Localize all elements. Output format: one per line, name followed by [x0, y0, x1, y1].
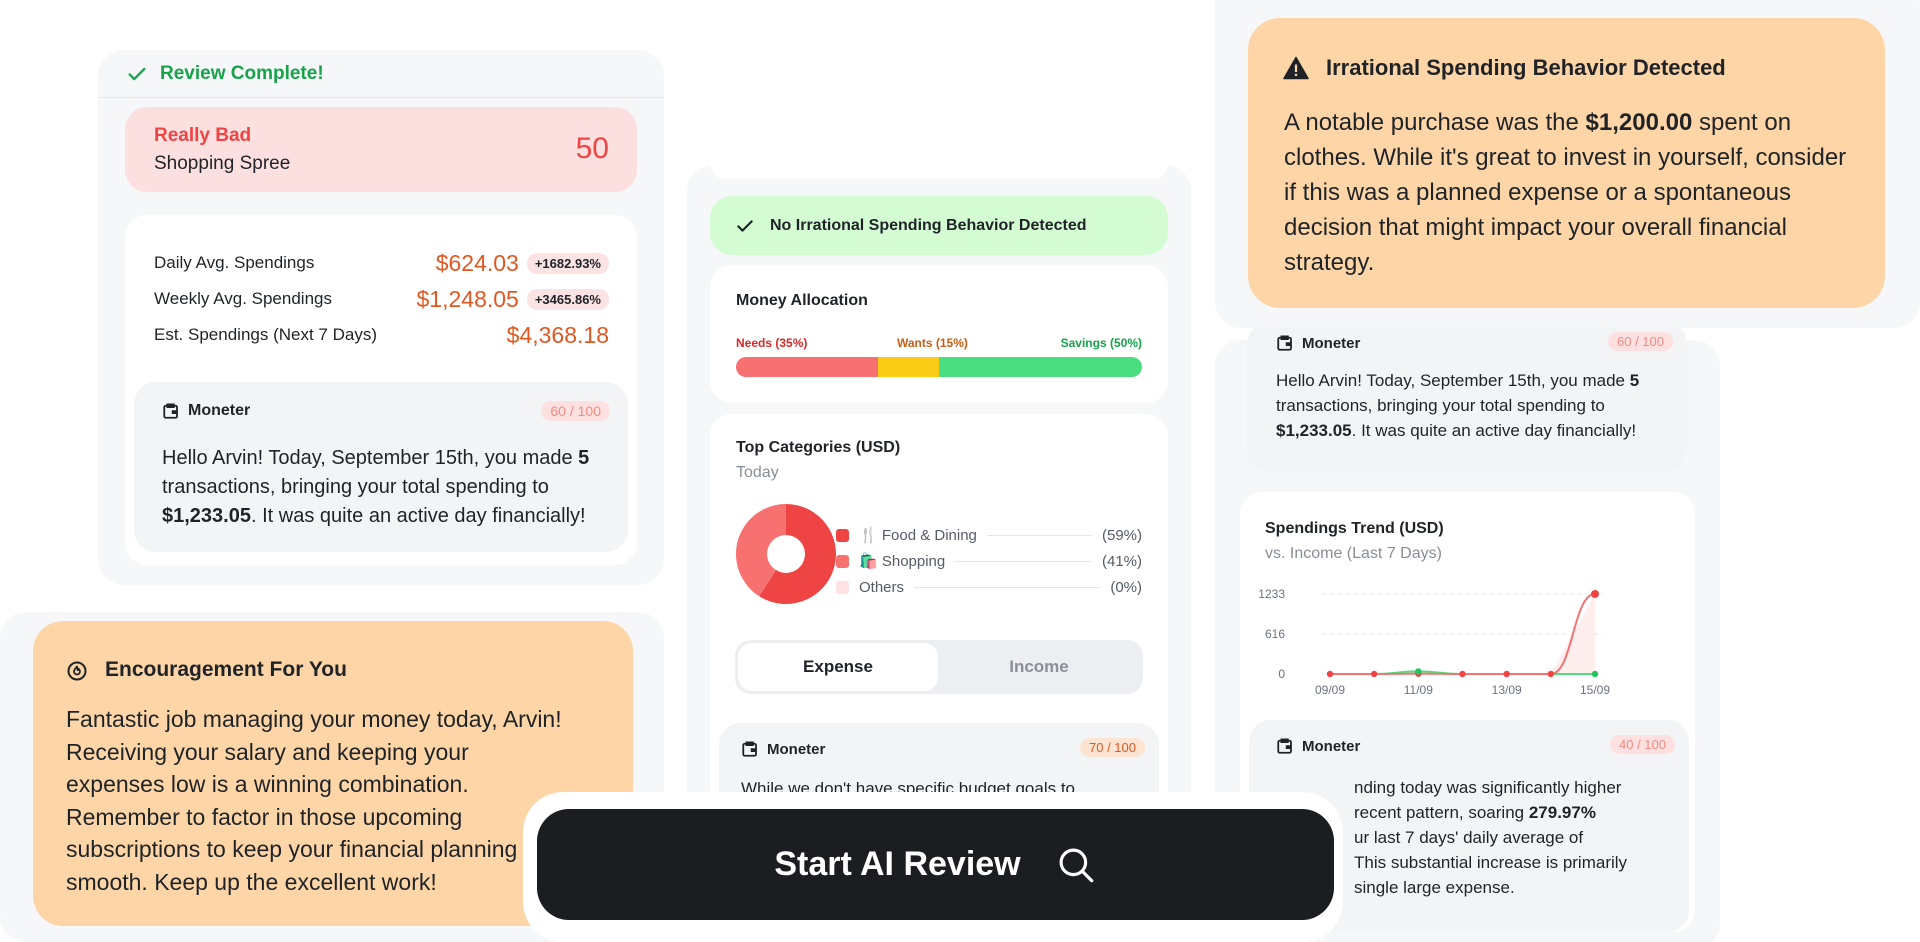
wallet-icon — [1277, 335, 1292, 351]
stat-row-estimate: Est. Spendings (Next 7 Days) $4,368.18 — [154, 321, 609, 348]
legend-leader — [955, 560, 1092, 562]
trend-subtitle: vs. Income (Last 7 Days) — [1265, 545, 1442, 562]
review-status: Review Complete! — [126, 63, 324, 85]
y-tick-label: 616 — [1265, 627, 1285, 641]
rating-score: 50 — [575, 132, 609, 165]
moneter-message: nding today was significantly higher rec… — [1354, 778, 1628, 897]
legend-swatch — [836, 554, 849, 568]
stat-row-daily: Daily Avg. Spendings $624.03 +1682.93% — [154, 245, 609, 281]
rating-label: Really Bad — [154, 125, 252, 146]
data-point — [1415, 668, 1422, 675]
collapsed-card-stub — [710, 149, 1168, 179]
rating-title: Shopping Spree — [154, 153, 291, 174]
expense-income-toggle: Expense Income — [735, 640, 1143, 694]
tab-income[interactable]: Income — [939, 643, 1139, 691]
moneter-message-card: Moneter 60 / 100 Hello Arvin! Today, Sep… — [1247, 322, 1687, 472]
legend-swatch — [836, 580, 849, 594]
wallet-icon — [742, 741, 757, 757]
stat-value: $4,368.18 — [506, 321, 609, 348]
encouragement-text: Fantastic job managing your money today,… — [66, 706, 562, 895]
encouragement-header: Encouragement For You — [65, 658, 347, 682]
moneter-name: Moneter — [767, 740, 826, 758]
start-ai-review-button[interactable]: Start AI Review — [537, 809, 1334, 920]
wallet-icon — [163, 403, 178, 419]
allocation-wants-label: Wants (15%) — [897, 336, 968, 350]
stat-change-badge: +3465.86% — [526, 288, 609, 310]
allocation-needs-segment — [736, 357, 879, 377]
legend-item-others: Others (0%) — [836, 574, 1142, 600]
moneter-message-card: Moneter 60 / 100 Hello Arvin! Today, Sep… — [134, 382, 628, 552]
trend-title: Spendings Trend (USD) — [1265, 520, 1444, 537]
stat-change-badge: +1682.93% — [526, 252, 609, 274]
no-irrational-banner: No Irrational Spending Behavior Detected — [710, 196, 1168, 255]
stat-value: $624.03 — [435, 249, 519, 276]
allocation-needs-label: Needs (35%) — [736, 336, 808, 350]
irrational-text: A notable purchase was the $1,200.00 spe… — [1284, 109, 1847, 276]
moneter-name: Moneter — [1302, 334, 1361, 352]
check-icon — [737, 219, 753, 232]
moneter-name: Moneter — [188, 402, 251, 419]
warning-icon — [1283, 56, 1309, 80]
stat-row-weekly: Weekly Avg. Spendings $1,248.05 +3465.86… — [154, 281, 609, 317]
score-badge: 60 / 100 — [541, 401, 610, 421]
moneter-name: Moneter — [1302, 737, 1361, 755]
divider — [98, 97, 664, 98]
categories-subtitle: Today — [736, 464, 779, 481]
x-tick-label: 09/09 — [1315, 683, 1345, 697]
x-tick-label: 13/09 — [1492, 683, 1522, 697]
y-tick-label: 0 — [1278, 667, 1285, 681]
y-tick-label: 1233 — [1258, 587, 1285, 601]
start-ai-review-label: Start AI Review — [774, 845, 1021, 883]
irrational-title: Irrational Spending Behavior Detected — [1326, 55, 1726, 80]
legend-leader — [986, 534, 1092, 536]
irrational-header: Irrational Spending Behavior Detected — [1283, 55, 1726, 81]
no-irrational-text: No Irrational Spending Behavior Detected — [770, 216, 1087, 234]
stat-value: $1,248.05 — [416, 285, 519, 312]
data-point — [1591, 670, 1599, 678]
review-panel: Review Complete! Really Bad Shopping Spr… — [98, 50, 664, 585]
allocation-title: Money Allocation — [736, 292, 868, 309]
search-icon — [1059, 848, 1093, 882]
legend-item-food: 🍴 Food & Dining (59%) — [836, 522, 1142, 548]
flame-icon — [67, 661, 87, 681]
check-icon — [128, 67, 146, 81]
legend-leader — [914, 586, 1101, 588]
moneter-header: Moneter — [162, 402, 250, 420]
data-point — [1370, 670, 1378, 678]
allocation-savings-label: Savings (50%) — [1060, 336, 1142, 350]
moneter-header: Moneter — [741, 740, 825, 758]
stats-card: Daily Avg. Spendings $624.03 +1682.93% W… — [125, 215, 637, 565]
x-tick-label: 15/09 — [1580, 683, 1610, 697]
data-point — [1547, 670, 1555, 678]
legend-swatch — [836, 528, 849, 542]
data-point — [1326, 670, 1334, 678]
allocation-wants-segment — [878, 357, 939, 377]
x-tick-label: 11/09 — [1404, 683, 1433, 697]
data-point — [1503, 670, 1510, 678]
score-badge: 60 / 100 — [1608, 332, 1673, 351]
moneter-header: Moneter — [1276, 334, 1360, 352]
data-point — [1459, 670, 1466, 678]
moneter-message: Hello Arvin! Today, September 15th, you … — [1276, 371, 1640, 440]
review-status-text: Review Complete! — [160, 63, 324, 84]
spending-trend-chart: 0 616 1233 09/09 11/09 13/09 15/09 — [1258, 587, 1610, 697]
irrational-card: Irrational Spending Behavior Detected A … — [1248, 18, 1885, 308]
money-allocation-card: Money Allocation Needs (35%) Wants (15%)… — [710, 265, 1168, 403]
data-point — [1591, 590, 1599, 598]
score-badge: 70 / 100 — [1080, 738, 1145, 757]
categories-legend: 🍴 Food & Dining (59%) 🛍️ Shopping (41%) … — [836, 522, 1142, 600]
categories-title: Top Categories (USD) — [736, 439, 901, 456]
score-badge: 40 / 100 — [1610, 735, 1675, 754]
allocation-bar — [736, 357, 1142, 377]
wallet-icon — [1277, 738, 1292, 754]
moneter-header: Moneter — [1276, 737, 1360, 755]
stats-list: Daily Avg. Spendings $624.03 +1682.93% W… — [154, 245, 609, 353]
rating-card: Really Bad Shopping Spree 50 — [125, 107, 637, 192]
allocation-savings-segment — [938, 357, 1142, 377]
legend-item-shopping: 🛍️ Shopping (41%) — [836, 548, 1142, 574]
moneter-message: Hello Arvin! Today, September 15th, you … — [162, 447, 590, 527]
categories-donut — [736, 504, 836, 604]
tab-expense[interactable]: Expense — [738, 643, 938, 691]
encouragement-title: Encouragement For You — [105, 658, 347, 681]
